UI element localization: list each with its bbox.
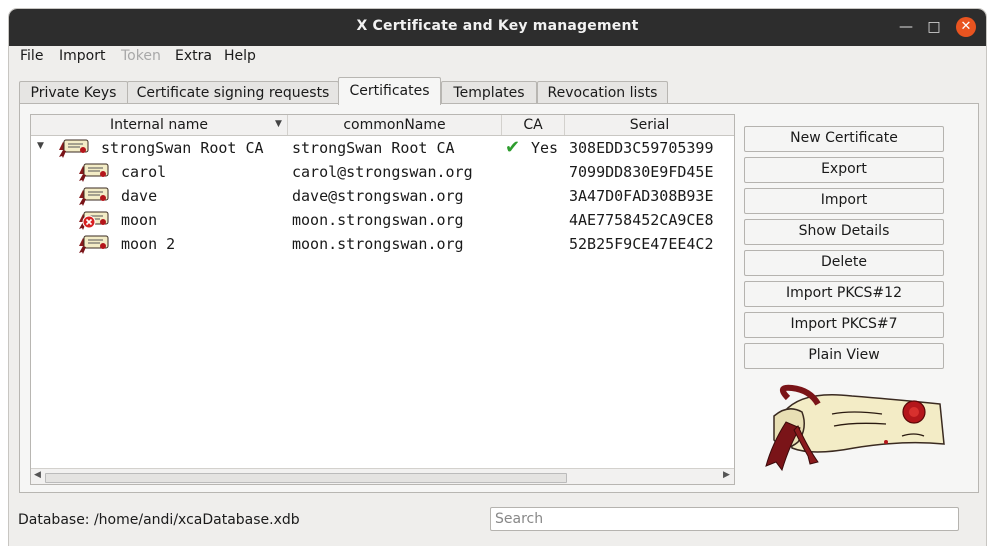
certificate-tree[interactable]: Internal name ▼ commonName CA Serial ▼ st…: [30, 114, 735, 485]
import-pkcs7-label: Import PKCS#7: [790, 316, 898, 332]
cell-common-name: moon.strongswan.org: [292, 211, 464, 229]
cell-internal-name: strongSwan Root CA: [101, 139, 264, 157]
import-pkcs12-button[interactable]: Import PKCS#12: [744, 281, 944, 307]
show-details-label: Show Details: [798, 223, 890, 239]
new-certificate-button[interactable]: New Certificate: [744, 126, 944, 152]
cell-serial: 3A47D0FAD308B93E: [569, 187, 714, 205]
cert-icon: [73, 160, 111, 186]
cert-icon: [53, 136, 91, 162]
menu-bar: File Import Token Extra Help: [9, 46, 986, 68]
cert-icon: [73, 184, 111, 210]
column-ca[interactable]: CA: [502, 115, 565, 135]
tab-certificate-signing-requests[interactable]: Certificate signing requests: [127, 81, 339, 104]
menu-token[interactable]: Token: [121, 48, 161, 64]
cell-internal-name: carol: [121, 163, 167, 181]
menu-import[interactable]: Import: [59, 48, 105, 64]
window-title: X Certificate and Key management: [356, 18, 639, 34]
new-certificate-label: New Certificate: [790, 130, 898, 146]
table-row[interactable]: moon moon.strongswan.org 4AE7758452CA9CE8: [31, 208, 734, 232]
menu-file[interactable]: File: [20, 48, 43, 64]
expand-arrow-icon[interactable]: ▼: [37, 141, 44, 151]
cell-internal-name: moon: [121, 211, 158, 229]
cell-serial: 4AE7758452CA9CE8: [569, 211, 714, 229]
tab-revocation-lists[interactable]: Revocation lists: [537, 81, 668, 104]
cell-common-name: dave@strongswan.org: [292, 187, 464, 205]
import-label: Import: [820, 192, 868, 208]
import-button[interactable]: Import: [744, 188, 944, 214]
close-button[interactable]: ✕: [956, 17, 976, 37]
table-row[interactable]: carol carol@strongswan.org 7099DD830E9FD45…: [31, 160, 734, 184]
cell-serial: 308EDD3C59705399: [569, 139, 714, 157]
title-bar[interactable]: X Certificate and Key management — □ ✕: [9, 9, 986, 46]
search-input[interactable]: [490, 507, 959, 531]
maximize-button[interactable]: □: [924, 17, 944, 37]
plain-view-button[interactable]: Plain View: [744, 343, 944, 369]
cell-serial: 7099DD830E9FD45E: [569, 163, 714, 181]
cell-internal-name: moon 2: [121, 235, 176, 253]
cell-common-name: carol@strongswan.org: [292, 163, 473, 181]
cell-common-name: moon.strongswan.org: [292, 235, 464, 253]
column-serial[interactable]: Serial: [565, 115, 734, 135]
cell-internal-name: dave: [121, 187, 158, 205]
cell-serial: 52B25F9CE47EE4C2: [569, 235, 714, 253]
cell-common-name: strongSwan Root CA: [292, 139, 455, 157]
table-row[interactable]: ▼ strongSwan Root CA strongSwan Root CA ✔ Ye…: [31, 136, 734, 160]
export-label: Export: [821, 161, 867, 177]
scrollbar-thumb[interactable]: [45, 473, 567, 483]
revoked-cert-icon: [73, 208, 111, 234]
cert-icon: [73, 232, 111, 258]
horizontal-scrollbar[interactable]: ◀ ▶: [31, 468, 734, 484]
tab-certificates[interactable]: Certificates: [338, 77, 441, 105]
menu-extra[interactable]: Extra: [175, 48, 212, 64]
import-pkcs12-label: Import PKCS#12: [786, 285, 902, 301]
show-details-button[interactable]: Show Details: [744, 219, 944, 245]
column-internal-name[interactable]: Internal name: [31, 115, 288, 135]
cell-ca: Yes: [531, 139, 559, 157]
scroll-right-icon[interactable]: ▶: [723, 470, 730, 480]
check-icon: ✔: [505, 137, 521, 158]
import-pkcs7-button[interactable]: Import PKCS#7: [744, 312, 944, 338]
table-row[interactable]: moon 2 moon.strongswan.org 52B25F9CE47EE4C…: [31, 232, 734, 256]
delete-label: Delete: [821, 254, 867, 270]
minimize-button[interactable]: —: [896, 17, 916, 37]
scroll-left-icon[interactable]: ◀: [34, 470, 41, 480]
export-button[interactable]: Export: [744, 157, 944, 183]
delete-button[interactable]: Delete: [744, 250, 944, 276]
database-path: Database: /home/andi/xcaDatabase.xdb: [18, 512, 300, 528]
table-header: Internal name ▼ commonName CA Serial: [31, 115, 734, 136]
tab-private-keys[interactable]: Private Keys: [19, 81, 128, 104]
app-window: X Certificate and Key management — □ ✕ F…: [9, 9, 986, 546]
plain-view-label: Plain View: [808, 347, 880, 363]
certificates-panel: Internal name ▼ commonName CA Serial ▼ st…: [19, 103, 979, 493]
certificate-scroll-logo: [765, 384, 945, 472]
menu-help[interactable]: Help: [224, 48, 256, 64]
table-row[interactable]: dave dave@strongswan.org 3A47D0FAD308B93E: [31, 184, 734, 208]
sort-descending-icon: ▼: [275, 119, 282, 129]
tab-templates[interactable]: Templates: [441, 81, 537, 104]
column-common-name[interactable]: commonName: [288, 115, 502, 135]
